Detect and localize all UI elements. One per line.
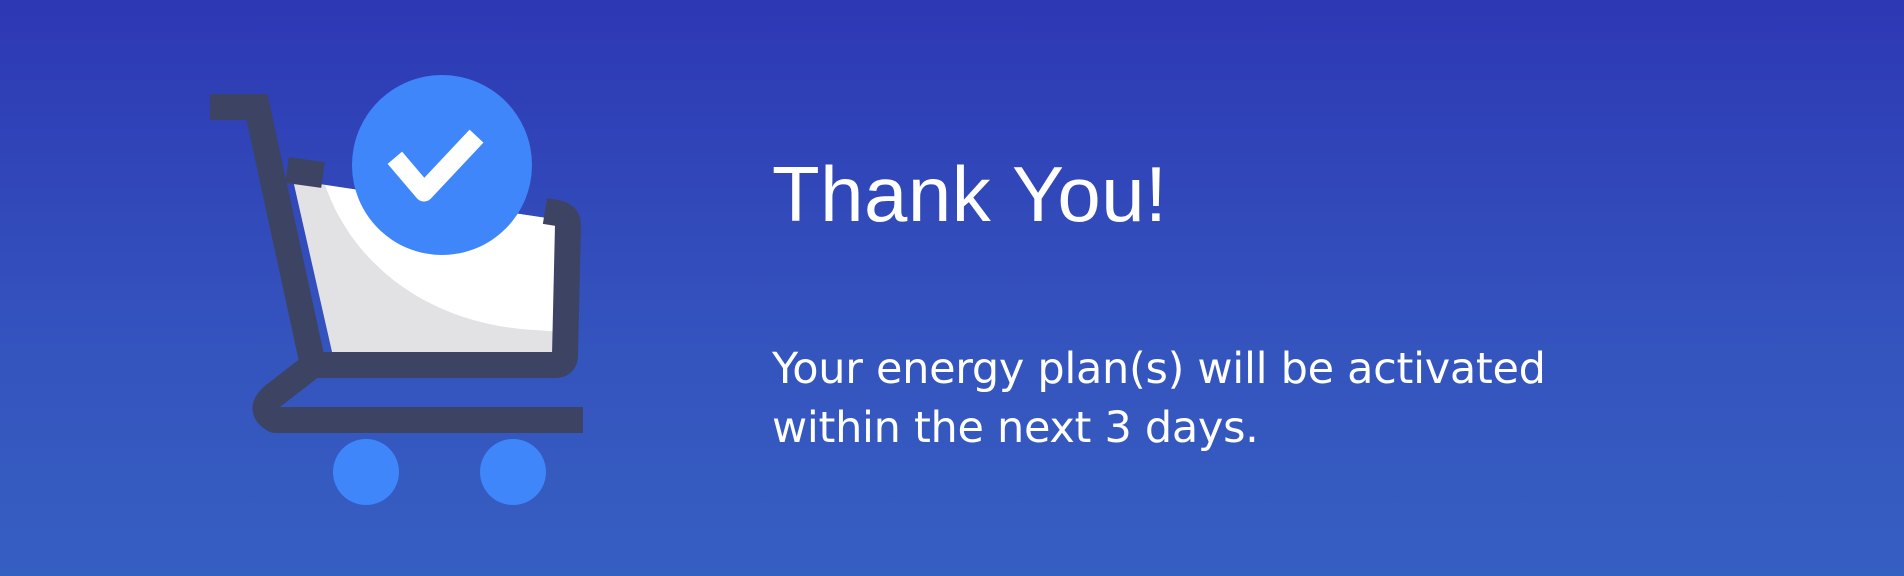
thank-you-banner: Thank You! Your energy plan(s) will be a… (0, 0, 1904, 576)
cart-illustration (205, 70, 605, 510)
confirmation-text: Thank You! Your energy plan(s) will be a… (772, 150, 1672, 453)
cart-wheel-right (480, 439, 546, 505)
shopping-cart-icon (210, 75, 583, 505)
activation-message: Your energy plan(s) will be activated wi… (772, 344, 1546, 453)
cart-wheel-left (333, 439, 399, 505)
page-title: Thank You! (772, 150, 1168, 238)
checkmark-circle-icon (352, 75, 532, 255)
